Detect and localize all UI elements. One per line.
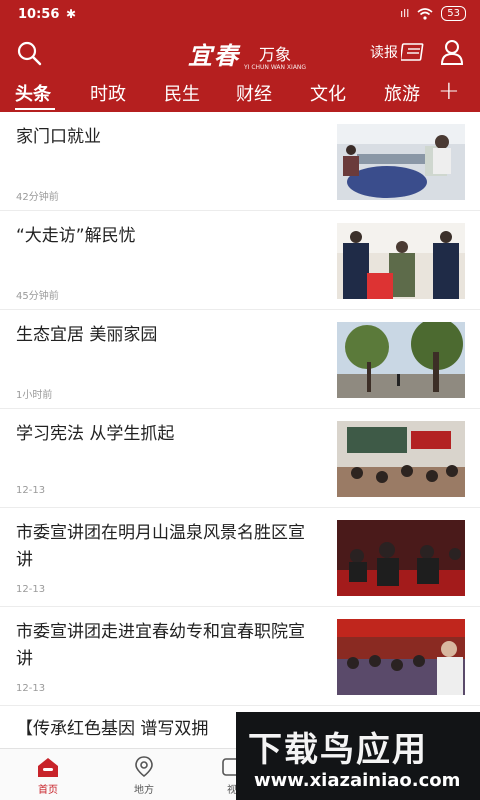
search-icon[interactable] [16,40,42,66]
logo-side: 万象 [259,45,292,64]
list-item[interactable]: 生态宜居 美丽家园 1小时前 [0,310,480,409]
read-newspaper-button[interactable]: 读报 [370,42,425,62]
app-header: 宜春 万象 YI CHUN WAN XIANG 读报 [0,30,480,74]
article-thumbnail [337,520,465,596]
article-thumbnail [337,421,465,497]
read-label: 读报 [370,45,398,61]
list-item[interactable]: 市委宣讲团走进宜春幼专和宜春职院宣讲 12-13 [0,607,480,706]
tab-finance[interactable]: 财经 [236,80,272,106]
article-time: 12-13 [16,485,46,496]
tab-politics[interactable]: 时政 [90,80,126,106]
article-time: 42分钟前 [16,192,59,203]
article-thumbnail [337,619,465,695]
add-tab-button[interactable]: + [438,76,460,106]
article-title: “大走访”解民忧 [16,226,136,246]
list-item[interactable]: 学习宪法 从学生抓起 12-13 [0,409,480,508]
wifi-icon [417,7,433,20]
category-tabs: 头条 时政 民生 财经 文化 旅游 + [0,74,480,112]
status-bar: 10:56 ✱ ıll 53 [0,0,480,30]
list-item[interactable]: “大走访”解民忧 45分钟前 [0,211,480,310]
article-time: 12-13 [16,584,46,595]
article-time: 1小时前 [16,390,53,401]
article-time: 12-13 [16,683,46,694]
article-thumbnail [337,322,465,398]
watermark-url: www.xiazainiao.com [254,770,461,791]
location-icon [135,756,153,778]
article-title: 家门口就业 [16,127,101,147]
logo-sub: YI CHUN WAN XIANG [244,64,307,71]
tab-livelihood[interactable]: 民生 [164,80,200,106]
status-icons: ıll 53 [400,6,466,21]
app-logo: 宜春 万象 YI CHUN WAN XIANG [188,36,306,71]
bluetooth-icon: ✱ [66,7,77,21]
article-title: 市委宣讲团走进宜春幼专和宜春职院宣讲 [16,622,305,669]
watermark-banner: 下载鸟应用 www.xiazainiao.com [236,712,480,800]
nav-home[interactable]: 首页 [18,755,78,796]
logo-main: 宜春 [188,42,240,70]
list-item[interactable]: 市委宣讲团在明月山温泉风景名胜区宣讲 12-13 [0,508,480,607]
article-thumbnail [337,223,465,299]
watermark-brand: 下载鸟应用 [248,730,428,770]
newspaper-icon [401,43,424,61]
article-title: 市委宣讲团在明月山温泉风景名胜区宣讲 [16,523,305,570]
tab-culture[interactable]: 文化 [310,80,346,106]
nav-local[interactable]: 地方 [114,755,174,796]
list-item[interactable]: 家门口就业 42分钟前 [0,112,480,211]
battery-icon: 53 [441,6,466,21]
user-icon[interactable] [440,39,464,65]
active-tab-indicator [15,108,55,110]
home-icon [38,758,58,777]
status-time: 10:56 [18,7,60,22]
tab-headline[interactable]: 头条 [15,80,51,106]
article-time: 45分钟前 [16,291,59,302]
signal-icon: ıll [400,7,410,20]
article-title: 学习宪法 从学生抓起 [16,424,175,444]
partial-article-title[interactable]: 【传承红色基因 谱写双拥 [16,714,208,739]
nav-local-label: 地方 [134,785,154,796]
tab-travel[interactable]: 旅游 [384,80,422,106]
nav-home-label: 首页 [38,785,58,796]
article-title: 生态宜居 美丽家园 [16,325,158,345]
article-thumbnail [337,124,465,200]
